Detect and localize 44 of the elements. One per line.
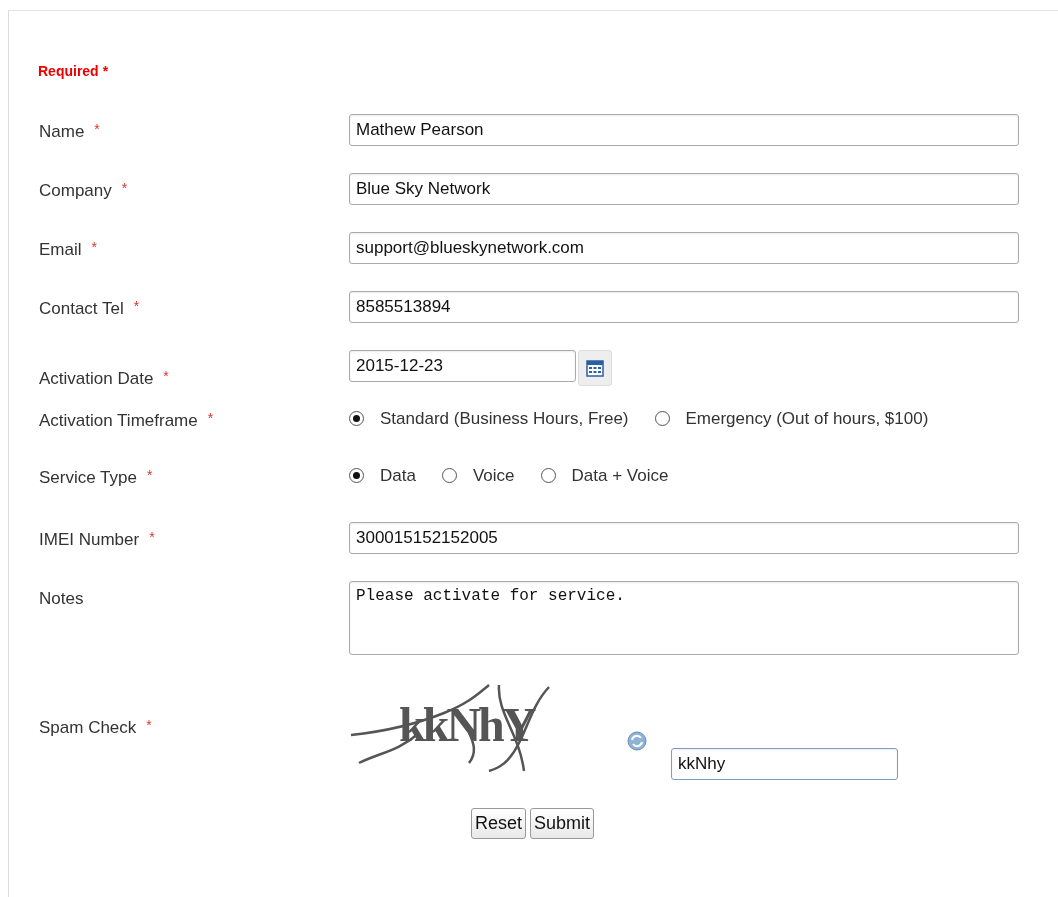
input-field[interactable]: Mathew Pearson [349,114,1019,146]
field-label: IMEI Number [39,529,140,551]
input-field[interactable]: support@blueskynetwork.com [349,232,1019,264]
calendar-icon [586,359,604,377]
radio-button[interactable] [349,411,364,427]
calendar-button[interactable] [578,350,612,386]
notes-field[interactable]: Please activate for service. [349,581,1019,655]
radio-button[interactable] [441,468,457,484]
input-field[interactable]: 8585513894 [349,291,1019,323]
radio-label: Emergency (Out of hours, $100) [685,408,929,430]
form-button[interactable]: Submit [530,808,595,839]
field-label: Activation Timeframe [39,410,198,432]
radio-label: Data + Voice [571,465,669,487]
date-field[interactable]: 2015-12-23 [349,350,576,382]
field-label: Activation Date [39,368,154,390]
radio-button[interactable] [349,468,364,484]
field-label: Company [39,180,112,202]
field-label: Spam Check [39,717,137,739]
field-label: Contact Tel [39,298,124,320]
field-label: Name [39,121,85,143]
required-mark: * [102,62,109,81]
required-mark: * [146,466,153,485]
form-button[interactable]: Reset [471,808,527,839]
required-mark: * [207,409,214,428]
required-note: Required [38,62,99,81]
required-mark: * [146,716,152,735]
field-label: Notes [39,588,84,610]
required-mark: * [149,528,155,547]
radio-button[interactable] [654,411,670,427]
radio-button[interactable] [540,468,556,484]
captcha-field[interactable]: kkNhy [671,748,898,780]
input-field[interactable]: 300015152152005 [349,522,1019,554]
field-label: Service Type [39,467,137,489]
input-field[interactable]: Blue Sky Network [349,173,1019,205]
radio-label: Standard (Business Hours, Free) [380,408,629,430]
required-mark: * [94,120,100,139]
required-mark: * [121,179,128,198]
required-mark: * [91,238,97,257]
refresh-icon[interactable] [627,731,647,751]
radio-label: Voice [472,465,515,487]
field-label: Email [39,239,82,261]
radio-label: Data [380,465,416,487]
required-mark: * [163,367,169,386]
required-mark: * [133,297,140,316]
